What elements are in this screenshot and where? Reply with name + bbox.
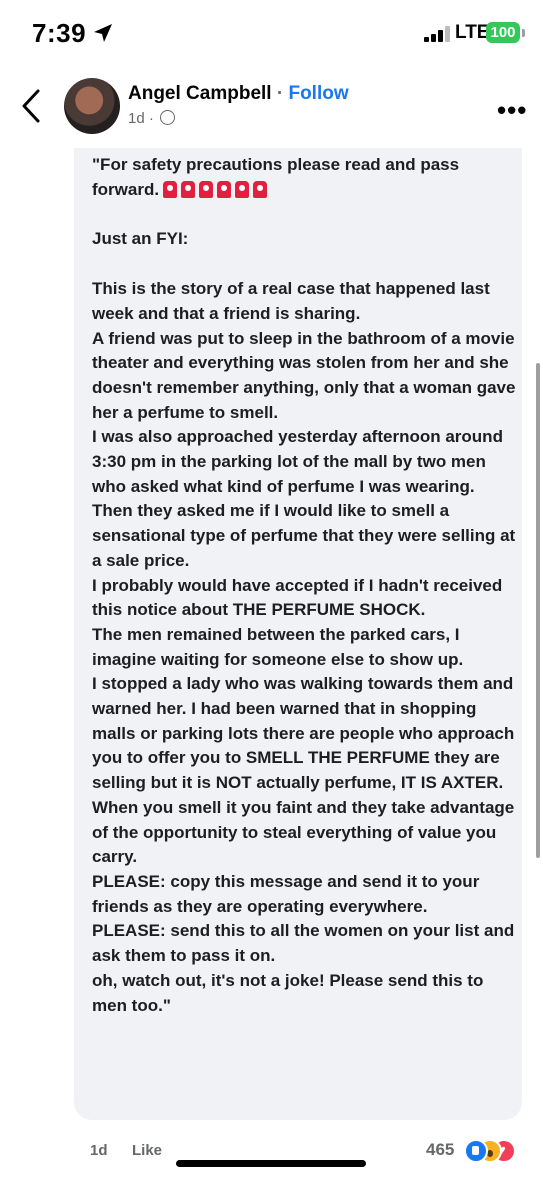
globe-icon <box>160 110 176 125</box>
battery-tip <box>522 29 525 37</box>
like-reaction-icon[interactable] <box>464 1139 488 1163</box>
police-siren-icon <box>199 180 214 198</box>
clock: 7:39 <box>32 18 87 48</box>
author-name[interactable]: Angel Campbell <box>128 83 272 104</box>
post-time: 1d · <box>128 110 154 127</box>
comment-intro: "For safety precautions please read and … <box>92 155 460 199</box>
battery-icon: 100 <box>486 22 520 43</box>
police-siren-icon <box>181 180 196 198</box>
comment-body: This is the story of a real case that ha… <box>92 279 516 1015</box>
comment-actions: 1d Like 465 <box>0 1125 543 1177</box>
reaction-count[interactable]: 465 <box>426 1140 454 1160</box>
separator-dot: · <box>276 83 284 104</box>
police-siren-icon <box>217 180 232 198</box>
location-arrow-icon <box>94 24 112 42</box>
author-line: Angel Campbell · Follow <box>128 83 349 105</box>
comment-fyi: Just an FYI: <box>92 229 189 249</box>
comment-time: 1d <box>90 1142 108 1159</box>
back-icon[interactable] <box>18 88 44 124</box>
police-siren-icon <box>253 180 268 198</box>
more-options-icon[interactable]: ••• <box>497 95 527 126</box>
post-meta: 1d · <box>128 110 176 127</box>
signal-icon <box>424 26 452 42</box>
home-indicator[interactable] <box>176 1160 366 1167</box>
follow-button[interactable]: Follow <box>288 83 348 104</box>
comment-text: "For safety precautions please read and … <box>92 153 516 1018</box>
post-header: Angel Campbell · Follow 1d · ••• <box>0 62 543 148</box>
network-label: LTE <box>455 22 490 43</box>
avatar[interactable] <box>64 78 120 134</box>
like-button[interactable]: Like <box>132 1142 162 1159</box>
scrollbar[interactable] <box>536 363 540 858</box>
police-siren-icon <box>163 180 178 198</box>
status-bar: 7:39 LTE 100 <box>0 0 543 62</box>
police-siren-icon <box>235 180 250 198</box>
siren-emojis <box>159 180 268 199</box>
